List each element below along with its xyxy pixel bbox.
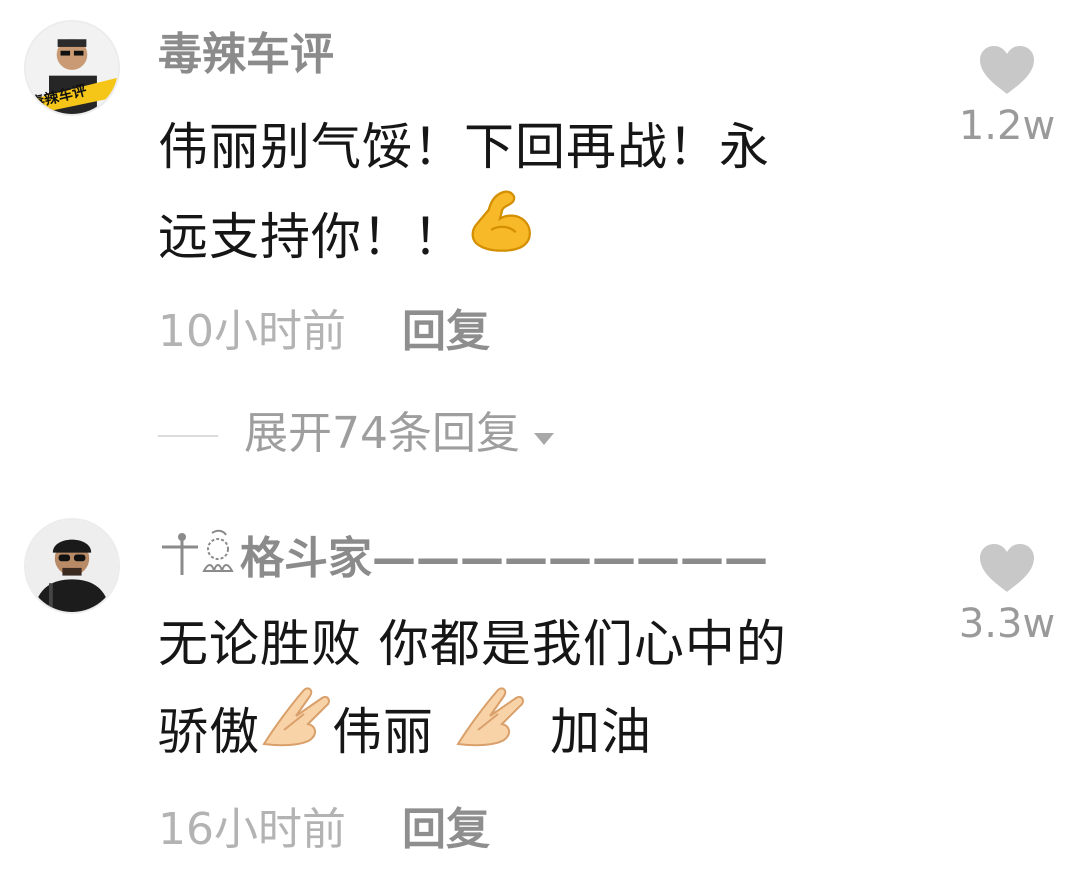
praying-hands-emoji: [454, 684, 526, 775]
comment-text-segment: 伟丽: [332, 703, 434, 761]
comment-text-segment: 远支持你！！: [158, 208, 464, 266]
comment-text-line: 伟丽别气馁！下回再战！永: [158, 118, 770, 176]
comment-time: 10小时前: [158, 306, 346, 357]
comment-text-line: 骄傲 伟丽 加油: [158, 687, 918, 776]
comment-meta: 16小时前 回复: [158, 808, 490, 852]
expand-replies-label: 展开74条回复: [244, 408, 520, 459]
expand-replies-button[interactable]: 展开74条回复: [158, 412, 556, 458]
heart-icon: [980, 46, 1034, 94]
comment-meta: 10小时前 回复: [158, 310, 490, 354]
comment-list: 毒辣车评 毒辣车评 伟丽别气馁！下回再战！永 远支持你！！ 1.2w 10小时前…: [0, 0, 1080, 883]
comment-item: 格斗家————————— 无论胜败 你都是我们心中的 骄傲 伟丽 加油 3.3w…: [0, 500, 1080, 883]
caret-down-icon: [532, 411, 556, 455]
flexed-biceps-emoji: [464, 185, 536, 284]
praying-hands-emoji: [260, 684, 332, 775]
heart-icon: [980, 544, 1034, 592]
username-suffix: —————————: [372, 533, 768, 584]
like-count: 3.3w: [958, 601, 1056, 647]
username[interactable]: 格斗家—————————: [158, 529, 768, 589]
avatar-image: [26, 520, 118, 612]
username[interactable]: 毒辣车评: [158, 33, 334, 77]
like-button[interactable]: 3.3w: [944, 542, 1070, 644]
comment-text-line: 远支持你！！: [158, 190, 918, 279]
avatar[interactable]: 毒辣车评: [24, 20, 120, 116]
comment-text-segment: 加油: [550, 703, 652, 761]
like-button[interactable]: 1.2w: [944, 44, 1070, 146]
like-count: 1.2w: [958, 103, 1056, 149]
comment-text: 无论胜败 你都是我们心中的 骄傲 伟丽 加油: [158, 600, 918, 776]
avatar-image: 毒辣车评: [26, 22, 118, 114]
avatar[interactable]: [24, 518, 120, 614]
comment-text-segment: 骄傲: [158, 703, 260, 761]
comment-text-line: 无论胜败 你都是我们心中的: [158, 615, 787, 673]
comment-time: 16小时前: [158, 804, 346, 855]
reply-button[interactable]: 回复: [402, 804, 490, 855]
username-text: 格斗家: [240, 533, 372, 584]
comment-text: 伟丽别气馁！下回再战！永 远支持你！！: [158, 103, 918, 279]
reply-button[interactable]: 回复: [402, 306, 490, 357]
lotus-ornament-icon: [158, 529, 236, 585]
divider: [158, 435, 218, 437]
comment-item: 毒辣车评 毒辣车评 伟丽别气馁！下回再战！永 远支持你！！ 1.2w 10小时前…: [0, 0, 1080, 480]
